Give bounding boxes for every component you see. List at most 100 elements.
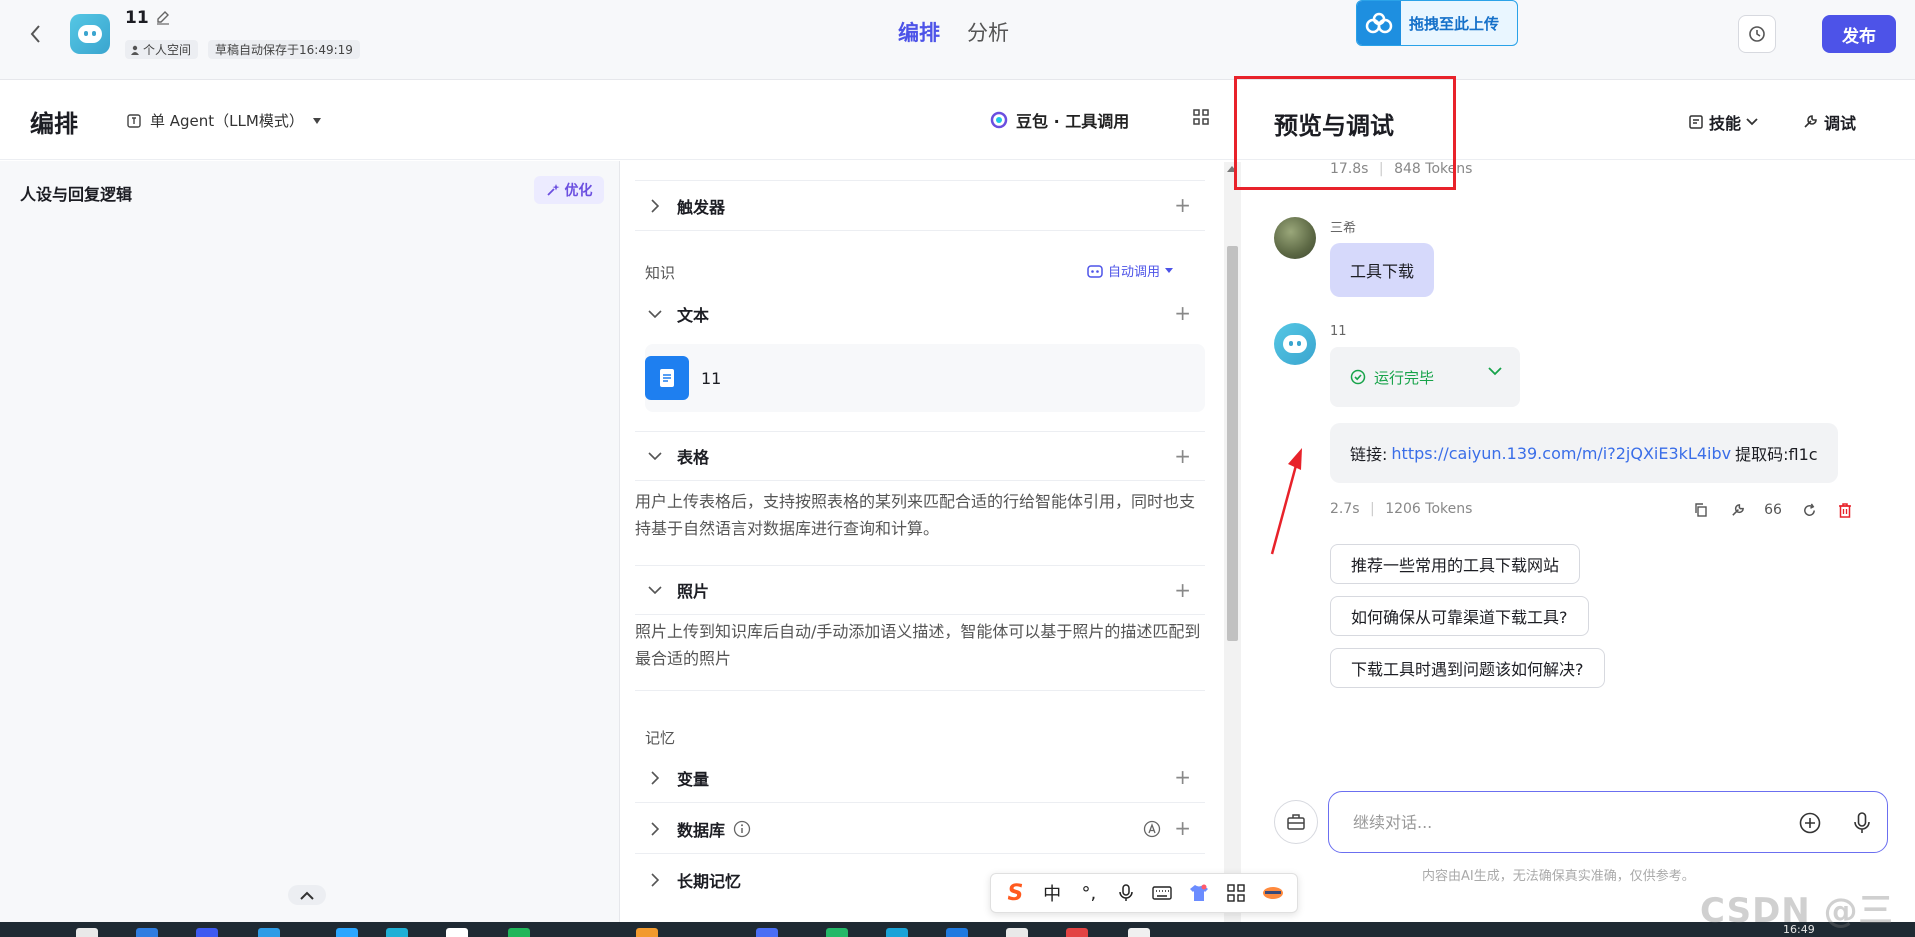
copy-icon [1695,503,1707,517]
history-button[interactable] [1738,15,1776,53]
chevron-right-icon[interactable] [645,873,665,887]
model-select[interactable]: 豆包 · 工具调用 [990,108,1129,132]
debug-button[interactable]: 调试 [1802,110,1856,134]
table-row[interactable]: 表格 + [635,431,1205,481]
taskbar-app-icon[interactable] [756,928,778,937]
auto-mode-icon[interactable] [1143,820,1161,838]
chevron-down-icon[interactable] [645,452,665,460]
microphone-icon[interactable] [1849,810,1875,836]
taskbar-app-icon[interactable] [446,928,468,937]
download-link[interactable]: https://caiyun.139.com/m/i?2jQXiE3kL4ibv [1391,444,1731,463]
copy-button[interactable] [1690,499,1712,521]
ime-toolbox-button[interactable] [1223,880,1249,906]
regenerate-button[interactable] [1798,499,1820,521]
run-status-card[interactable]: 运行完毕 [1330,347,1520,407]
grid-icon [1193,109,1209,125]
tab-analysis[interactable]: 分析 [967,17,1009,47]
knowledge-item[interactable]: 11 [645,344,1205,412]
photo-label: 照片 [677,582,710,601]
debug-trace-button[interactable] [1726,499,1748,521]
chevron-down-icon[interactable] [645,586,665,594]
publish-button[interactable]: 发布 [1822,15,1896,53]
persona-panel: 人设与回复逻辑 优化 [0,161,620,922]
sogou-logo-icon[interactable]: S [1002,880,1028,906]
edit-name-icon[interactable] [155,9,173,27]
add-table-button[interactable]: + [1174,446,1191,466]
agent-mode-select[interactable]: 单 Agent（LLM模式） [126,110,322,131]
taskbar-clock: 16:49 [1783,923,1815,936]
taskbar-app-icon[interactable] [508,928,530,937]
chevron-down-icon[interactable] [1488,367,1502,376]
message-actions: 66 [1690,499,1856,521]
chevron-right-icon[interactable] [645,821,665,836]
taskbar-app-icon[interactable] [1128,928,1150,937]
user-name: 三希 [1330,221,1357,236]
info-icon[interactable] [733,820,751,838]
variable-row[interactable]: 变量 + [635,753,1205,803]
upload-drop-button[interactable]: 拖拽至此上传 [1356,0,1518,46]
taskbar-app-icon[interactable] [1006,928,1028,937]
tab-orchestration[interactable]: 编排 [898,17,940,47]
ime-skin-button[interactable] [1186,880,1212,906]
ime-mascot-icon[interactable] [1260,880,1286,906]
add-database-button[interactable]: + [1174,818,1191,838]
back-button[interactable] [22,20,50,48]
chevron-right-icon[interactable] [645,770,665,785]
taskbar-app-icon[interactable] [136,928,158,937]
taskbar-app-icon[interactable] [386,928,408,937]
photo-row[interactable]: 照片 + [635,565,1205,615]
taskbar-app-icon[interactable] [946,928,968,937]
caret-down-icon [312,117,321,124]
skills-dropdown[interactable]: 技能 [1688,110,1758,134]
suggestion-chip[interactable]: 推荐一些常用的工具下载网站 [1330,544,1581,584]
add-attachment-icon[interactable] [1797,810,1823,836]
toolbox-button[interactable] [1274,800,1318,844]
scroll-up-arrow[interactable] [1227,166,1237,172]
suggestion-chip[interactable]: 如何确保从可靠渠道下载工具? [1330,596,1589,636]
add-variable-button[interactable]: + [1174,767,1191,787]
taskbar-app-icon[interactable] [1066,928,1088,937]
collapse-button[interactable] [288,885,326,905]
optimize-button[interactable]: 优化 [534,176,604,204]
taskbar-app-icon[interactable] [636,928,658,937]
taskbar-app-icon[interactable] [826,928,848,937]
middle-scrollbar[interactable] [1224,162,1241,922]
ime-voice-button[interactable] [1113,880,1139,906]
text-knowledge-row[interactable]: 文本 + [635,289,1205,339]
ime-keyboard-button[interactable] [1149,880,1175,906]
add-photo-button[interactable]: + [1174,580,1191,600]
table-label: 表格 [677,448,710,467]
taskbar-app-icon[interactable] [336,928,358,937]
taskbar-app-icon[interactable] [258,928,280,937]
sparkle-wand-icon [546,184,559,196]
taskbar-app-icon[interactable] [76,928,98,937]
top-header: 11 个人空间 草稿自动保存于16:49:19 编排 分析 拖拽至此上传 发布 [0,0,1915,80]
table-description: 用户上传表格后，支持按照表格的某列来匹配合适的行给智能体引用，同时也支持基于自然… [635,492,1196,538]
save-status-badge: 草稿自动保存于16:49:19 [208,40,360,59]
ime-chinese-toggle[interactable]: 中 [1039,880,1065,906]
person-icon [131,45,139,55]
bot-avatar[interactable] [70,14,110,54]
quote-button[interactable]: 66 [1762,499,1784,521]
add-trigger-button[interactable]: + [1174,195,1191,215]
taskbar-app-icon[interactable] [886,928,908,937]
bot-answer-bubble: 链接: https://caiyun.139.com/m/i?2jQXiE3kL… [1330,423,1838,483]
check-circle-icon [1350,369,1366,385]
suggestion-chip[interactable]: 下载工具时遇到问题该如何解决? [1330,648,1605,688]
prev-tokens: 848 Tokens [1394,161,1473,177]
robot-icon [1087,264,1103,278]
history-icon [1749,26,1765,42]
layout-grid-button[interactable] [1192,108,1214,130]
chevron-down-icon[interactable] [645,310,665,318]
delete-button[interactable] [1834,499,1856,521]
trigger-row[interactable]: 触发器 + [635,181,1205,231]
database-row[interactable]: 数据库 + [635,804,1205,854]
scroll-thumb[interactable] [1227,246,1238,641]
previous-message-meta: 17.8s | 848 Tokens [1330,161,1473,177]
taskbar-app-icon[interactable] [196,928,218,937]
ime-punctuation-toggle[interactable]: °, [1076,880,1102,906]
auto-call-dropdown[interactable]: 自动调用 [1087,261,1174,280]
chat-input[interactable] [1353,810,1773,834]
add-text-button[interactable]: + [1174,303,1191,323]
chevron-right-icon[interactable] [645,198,665,213]
